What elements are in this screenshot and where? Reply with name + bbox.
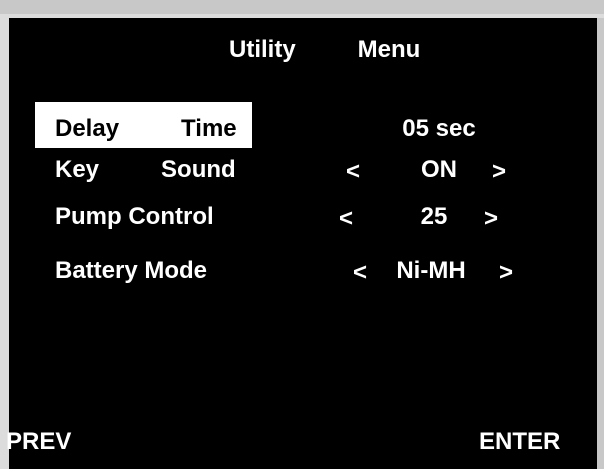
pump-control-value: 25 xyxy=(420,203,448,230)
menu-item-delay-time-label[interactable]: Delay Time xyxy=(55,115,237,143)
menu-item-pump-control-label[interactable]: Pump Control xyxy=(55,203,214,231)
prev-softkey[interactable]: PREV xyxy=(6,428,71,456)
lcd-screen: Utility Menu Delay Time 05 sec Key Sound… xyxy=(6,18,597,469)
battery-mode-decrease-arrow[interactable]: < xyxy=(353,259,367,287)
menu-item-key-sound-label[interactable]: Key Sound xyxy=(55,156,236,184)
pump-control-decrease-arrow[interactable]: < xyxy=(339,205,353,233)
battery-mode-increase-arrow[interactable]: > xyxy=(499,259,513,287)
enter-softkey[interactable]: ENTER xyxy=(479,428,560,456)
key-sound-value: ON xyxy=(421,156,457,183)
menu-title: Utility Menu xyxy=(229,36,421,63)
bezel-left-edge xyxy=(0,15,9,469)
delay-time-value: 05 sec xyxy=(402,115,476,142)
pump-control-increase-arrow[interactable]: > xyxy=(484,205,498,233)
key-sound-decrease-arrow[interactable]: < xyxy=(346,158,360,186)
key-sound-increase-arrow[interactable]: > xyxy=(492,158,506,186)
device-bezel: Utility Menu Delay Time 05 sec Key Sound… xyxy=(0,0,604,469)
battery-mode-value: Ni-MH xyxy=(396,257,466,284)
menu-item-battery-mode-label[interactable]: Battery Mode xyxy=(55,257,207,285)
